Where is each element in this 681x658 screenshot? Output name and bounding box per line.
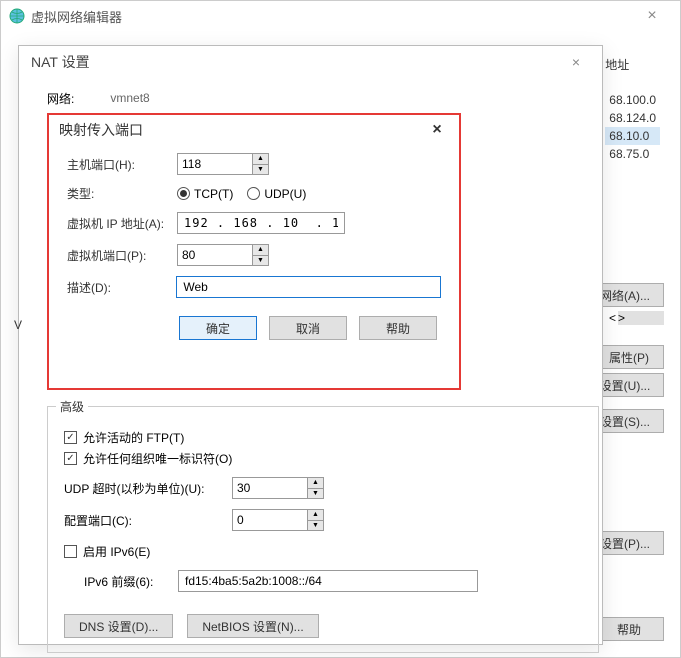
host-port-spinner[interactable]: ▲▼: [177, 153, 269, 175]
nat-close-icon[interactable]: ×: [562, 54, 590, 70]
advanced-fieldset: 高级 允许活动的 FTP(T) 允许任何组织唯一标识符(O) UDP 超时(以秒…: [47, 398, 599, 653]
config-port-input[interactable]: [232, 509, 308, 531]
vm-ip-label: 虚拟机 IP 地址(A):: [67, 215, 177, 232]
spin-down-icon[interactable]: ▼: [253, 165, 268, 175]
map-titlebar: 映射传入端口 ×: [49, 115, 459, 145]
network-label: 网络:: [47, 90, 74, 107]
nat-titlebar: NAT 设置 ×: [19, 46, 602, 78]
config-port-label: 配置端口(C):: [64, 512, 224, 529]
udp-timeout-label: UDP 超时(以秒为单位)(U):: [64, 480, 224, 497]
main-window-title: 虚拟网络编辑器: [31, 7, 632, 26]
spin-up-icon[interactable]: ▲: [308, 478, 323, 489]
ip-row-selected[interactable]: 68.10.0: [605, 127, 660, 145]
scroll-right-button[interactable]: >: [618, 311, 664, 325]
vm-port-label: 虚拟机端口(P):: [67, 247, 177, 264]
ftp-label: 允许活动的 FTP(T): [83, 429, 184, 446]
spin-down-icon[interactable]: ▼: [308, 521, 323, 531]
ip-row[interactable]: 68.124.0: [605, 109, 660, 127]
description-label: 描述(D):: [67, 279, 176, 296]
v-fragment: V: [14, 318, 22, 332]
ipv6-label: 启用 IPv6(E): [83, 543, 150, 560]
spin-up-icon[interactable]: ▲: [253, 245, 268, 256]
advanced-header: 高级: [56, 398, 88, 415]
help-button[interactable]: 帮助: [359, 316, 437, 340]
oui-label: 允许任何组织唯一标识符(O): [83, 450, 232, 467]
vm-ip-input[interactable]: [177, 212, 345, 234]
address-column: 地址 68.100.0 68.124.0 68.10.0 68.75.0: [605, 56, 660, 163]
main-help-button[interactable]: 帮助: [594, 617, 664, 641]
vm-port-input[interactable]: [177, 244, 253, 266]
dns-settings-button[interactable]: DNS 设置(D)...: [64, 614, 173, 638]
udp-timeout-spinner[interactable]: ▲▼: [232, 477, 324, 499]
ipv6-prefix-label: IPv6 前缀(6):: [84, 573, 170, 590]
properties-button[interactable]: 属性(P): [594, 345, 664, 369]
nat-title: NAT 设置: [31, 52, 562, 72]
spin-up-icon[interactable]: ▲: [308, 510, 323, 521]
map-title: 映射传入端口: [59, 120, 425, 140]
type-label: 类型:: [67, 185, 177, 202]
oui-checkbox[interactable]: [64, 452, 77, 465]
config-port-spinner[interactable]: ▲▼: [232, 509, 324, 531]
ipv6-prefix-input[interactable]: [178, 570, 478, 592]
map-port-dialog: 映射传入端口 × 主机端口(H): ▲▼ 类型: TCP(T) UDP(U) 虚…: [47, 113, 461, 390]
address-header: 地址: [605, 56, 660, 73]
tcp-radio[interactable]: [177, 187, 190, 200]
udp-timeout-input[interactable]: [232, 477, 308, 499]
netbios-settings-button[interactable]: NetBIOS 设置(N)...: [187, 614, 318, 638]
vm-port-spinner[interactable]: ▲▼: [177, 244, 269, 266]
spin-down-icon[interactable]: ▼: [308, 489, 323, 499]
spin-down-icon[interactable]: ▼: [253, 256, 268, 266]
cancel-button[interactable]: 取消: [269, 316, 347, 340]
network-value: vmnet8: [110, 91, 149, 105]
udp-radio-label: UDP(U): [264, 187, 306, 201]
map-close-icon[interactable]: ×: [425, 121, 449, 139]
main-close-icon[interactable]: ×: [632, 7, 672, 25]
spin-up-icon[interactable]: ▲: [253, 154, 268, 165]
host-port-label: 主机端口(H):: [67, 156, 177, 173]
udp-radio[interactable]: [247, 187, 260, 200]
ok-button[interactable]: 确定: [179, 316, 257, 340]
scroll-left-button[interactable]: <: [609, 311, 616, 325]
advanced-section: 高级 允许活动的 FTP(T) 允许任何组织唯一标识符(O) UDP 超时(以秒…: [47, 398, 599, 653]
tcp-radio-label: TCP(T): [194, 187, 233, 201]
ip-row[interactable]: 68.100.0: [605, 91, 660, 109]
ipv6-checkbox[interactable]: [64, 545, 77, 558]
ftp-checkbox[interactable]: [64, 431, 77, 444]
globe-icon: [9, 8, 25, 24]
host-port-input[interactable]: [177, 153, 253, 175]
description-input[interactable]: [176, 276, 441, 298]
main-titlebar: 虚拟网络编辑器 ×: [1, 1, 680, 31]
ip-row[interactable]: 68.75.0: [605, 145, 660, 163]
